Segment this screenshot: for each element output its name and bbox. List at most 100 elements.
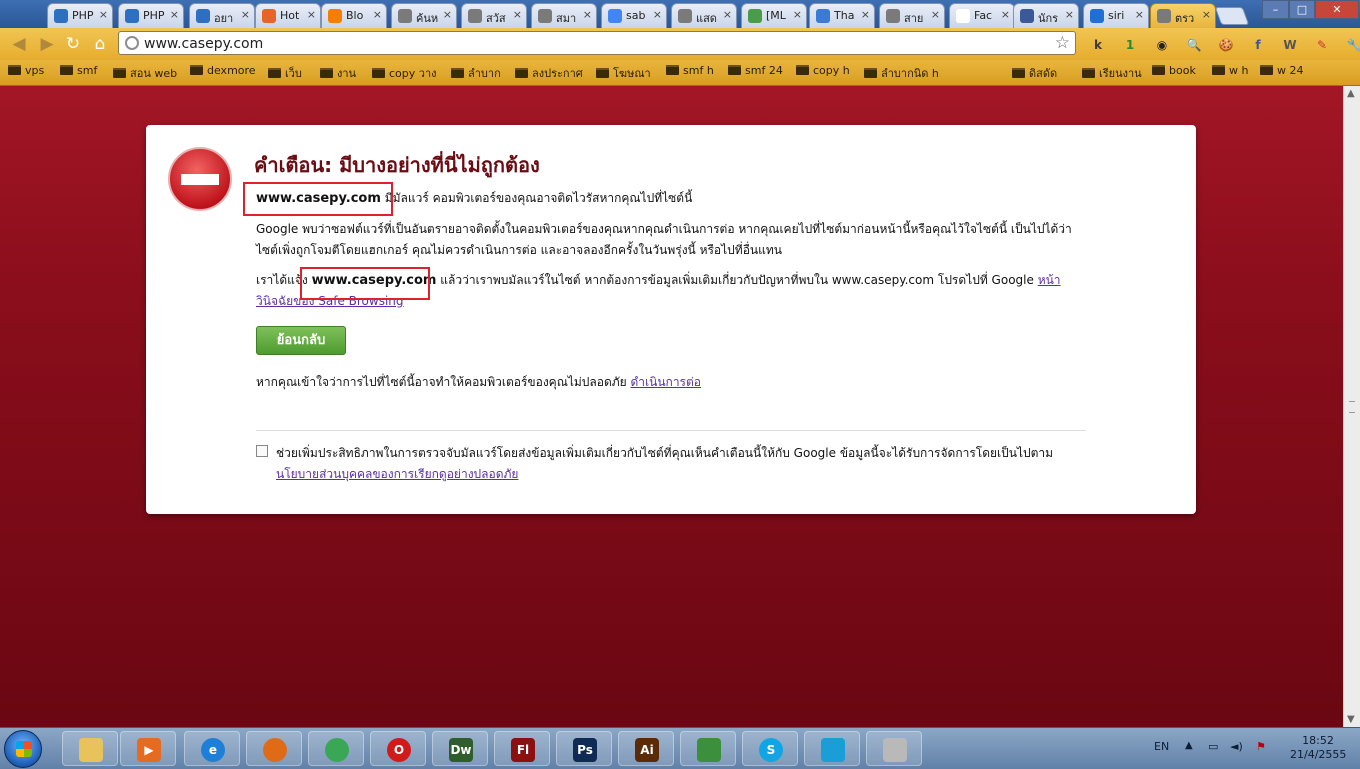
flash-taskbar-button[interactable]: Fl	[494, 731, 550, 766]
bookmark-folder[interactable]: w h	[1212, 64, 1248, 81]
start-button[interactable]	[4, 730, 42, 768]
tab-6[interactable]: สวัส ×	[461, 3, 527, 28]
tray-expand-icon[interactable]: ▲	[1185, 740, 1193, 751]
opera-taskbar-button[interactable]: O	[370, 731, 426, 766]
extension-icon[interactable]: ✎	[1312, 35, 1332, 55]
tab-15[interactable]: siri ×	[1083, 3, 1149, 28]
tab-5[interactable]: ค้นห ×	[391, 3, 457, 28]
tab-2[interactable]: อยา ×	[189, 3, 255, 28]
tab-close-icon[interactable]: ×	[513, 8, 522, 21]
tab-close-icon[interactable]: ×	[583, 8, 592, 21]
extension-icon[interactable]: ◉	[1152, 35, 1172, 55]
action-center-icon[interactable]: ⚑	[1256, 740, 1266, 753]
tab-close-icon[interactable]: ×	[931, 8, 940, 21]
tab-10[interactable]: [ML ×	[741, 3, 807, 28]
back-button[interactable]: ย้อนกลับ	[256, 326, 346, 355]
bookmark-folder[interactable]: สอน web	[113, 64, 177, 81]
tab-9[interactable]: แสด ×	[671, 3, 737, 28]
tab-7[interactable]: สมา ×	[531, 3, 597, 28]
tab-13[interactable]: Fac ×	[949, 3, 1015, 28]
skype-taskbar-button[interactable]: S	[742, 731, 798, 766]
extension-icon[interactable]: 🔍	[1184, 35, 1204, 55]
bookmark-star-icon[interactable]: ☆	[1055, 33, 1070, 53]
back-arrow-icon[interactable]: ◀	[8, 33, 30, 55]
extension-icon[interactable]: k	[1088, 35, 1108, 55]
tab-3[interactable]: Hot ×	[255, 3, 321, 28]
network-icon[interactable]: ▭	[1208, 740, 1218, 753]
bookmark-folder[interactable]: โฆษณา	[596, 64, 651, 81]
bookmark-folder[interactable]: smf h	[666, 64, 714, 81]
tab-close-icon[interactable]: ×	[793, 8, 802, 21]
explorer-taskbar-button[interactable]	[62, 731, 118, 766]
extension-icon[interactable]: 🍪	[1216, 35, 1236, 55]
bookmark-folder[interactable]: dexmore	[190, 64, 256, 81]
maximize-button[interactable]: □	[1289, 0, 1315, 19]
extension-icon[interactable]: W	[1280, 35, 1300, 55]
bookmark-folder[interactable]: book	[1152, 64, 1196, 81]
bookmark-folder[interactable]: smf	[60, 64, 97, 81]
url-text[interactable]: www.casepy.com	[144, 36, 263, 52]
home-icon[interactable]: ⌂	[89, 33, 111, 55]
bookmark-folder[interactable]: เรียนงาน	[1082, 64, 1142, 81]
internet-explorer-taskbar-button[interactable]: e	[184, 731, 240, 766]
bookmark-folder[interactable]: ลำบากนิด h	[864, 64, 939, 81]
bookmark-folder[interactable]: copy h	[796, 64, 850, 81]
tab-close-icon[interactable]: ×	[99, 8, 108, 21]
tab-4[interactable]: Blo ×	[321, 3, 387, 28]
scroll-up-icon[interactable]: ▲	[1347, 88, 1355, 99]
bookmark-folder[interactable]: เว็บ	[268, 64, 302, 81]
tab-close-icon[interactable]: ×	[443, 8, 452, 21]
report-checkbox[interactable]	[256, 445, 268, 457]
bookmark-folder[interactable]: ลงประกาศ	[515, 64, 583, 81]
tab-close-icon[interactable]: ×	[170, 8, 179, 21]
reload-icon[interactable]: ↻	[62, 33, 84, 55]
tab-0[interactable]: PHP ×	[47, 3, 113, 28]
tab-close-icon[interactable]: ×	[723, 8, 732, 21]
bookmark-folder[interactable]: copy วาง	[372, 64, 437, 81]
scroll-down-icon[interactable]: ▼	[1347, 714, 1355, 725]
extension-icon[interactable]: f	[1248, 35, 1268, 55]
tab-close-icon[interactable]: ×	[653, 8, 662, 21]
bookmark-folder[interactable]: ลำบาก	[451, 64, 501, 81]
tab-12[interactable]: สาย ×	[879, 3, 945, 28]
chrome-taskbar-button[interactable]	[308, 731, 364, 766]
forward-arrow-icon[interactable]: ▶	[36, 33, 58, 55]
tab-close-icon[interactable]: ×	[373, 8, 382, 21]
bookmark-folder[interactable]: w 24	[1260, 64, 1304, 81]
media-player-taskbar-button[interactable]: ▶	[120, 731, 176, 766]
app-taskbar-button[interactable]	[866, 731, 922, 766]
language-indicator[interactable]: EN	[1154, 740, 1169, 753]
messenger-taskbar-button[interactable]	[680, 731, 736, 766]
new-tab-button[interactable]	[1214, 7, 1250, 25]
scroll-grip[interactable]	[1349, 401, 1355, 413]
dtac-taskbar-button[interactable]	[804, 731, 860, 766]
tab-close-icon[interactable]: ×	[1065, 8, 1074, 21]
bookmark-folder[interactable]: งาน	[320, 64, 356, 81]
dreamweaver-taskbar-button[interactable]: Dw	[432, 731, 488, 766]
tab-close-icon[interactable]: ×	[1135, 8, 1144, 21]
tab-close-icon[interactable]: ×	[307, 8, 316, 21]
close-window-button[interactable]: ✕	[1315, 0, 1359, 19]
proceed-link[interactable]: ดำเนินการต่อ	[631, 375, 702, 389]
tab-close-icon[interactable]: ×	[241, 8, 250, 21]
tab-14[interactable]: นักร ×	[1013, 3, 1079, 28]
bookmark-folder[interactable]: vps	[8, 64, 44, 81]
tab-8[interactable]: sab ×	[601, 3, 667, 28]
firefox-taskbar-button[interactable]	[246, 731, 302, 766]
extension-icon[interactable]: 🔧	[1344, 35, 1360, 55]
tab-11[interactable]: Tha ×	[809, 3, 875, 28]
tab-1[interactable]: PHP ×	[118, 3, 184, 28]
bookmark-folder[interactable]: ดิสดัด	[1012, 64, 1057, 81]
tab-close-icon[interactable]: ×	[861, 8, 870, 21]
volume-icon[interactable]: ◄)	[1230, 740, 1243, 753]
clock[interactable]: 18:52 21/4/2555	[1290, 734, 1346, 762]
bookmark-folder[interactable]: smf 24	[728, 64, 783, 81]
address-bar[interactable]: www.casepy.com ☆	[118, 31, 1076, 55]
extension-icon[interactable]: 1	[1120, 35, 1140, 55]
minimize-button[interactable]: –	[1262, 0, 1289, 19]
illustrator-taskbar-button[interactable]: Ai	[618, 731, 674, 766]
tab-close-icon[interactable]: ×	[1202, 8, 1211, 21]
photoshop-taskbar-button[interactable]: Ps	[556, 731, 612, 766]
scrollbar[interactable]: ▲ ▼	[1343, 86, 1360, 727]
tab-16[interactable]: ตรว ×	[1150, 3, 1216, 28]
